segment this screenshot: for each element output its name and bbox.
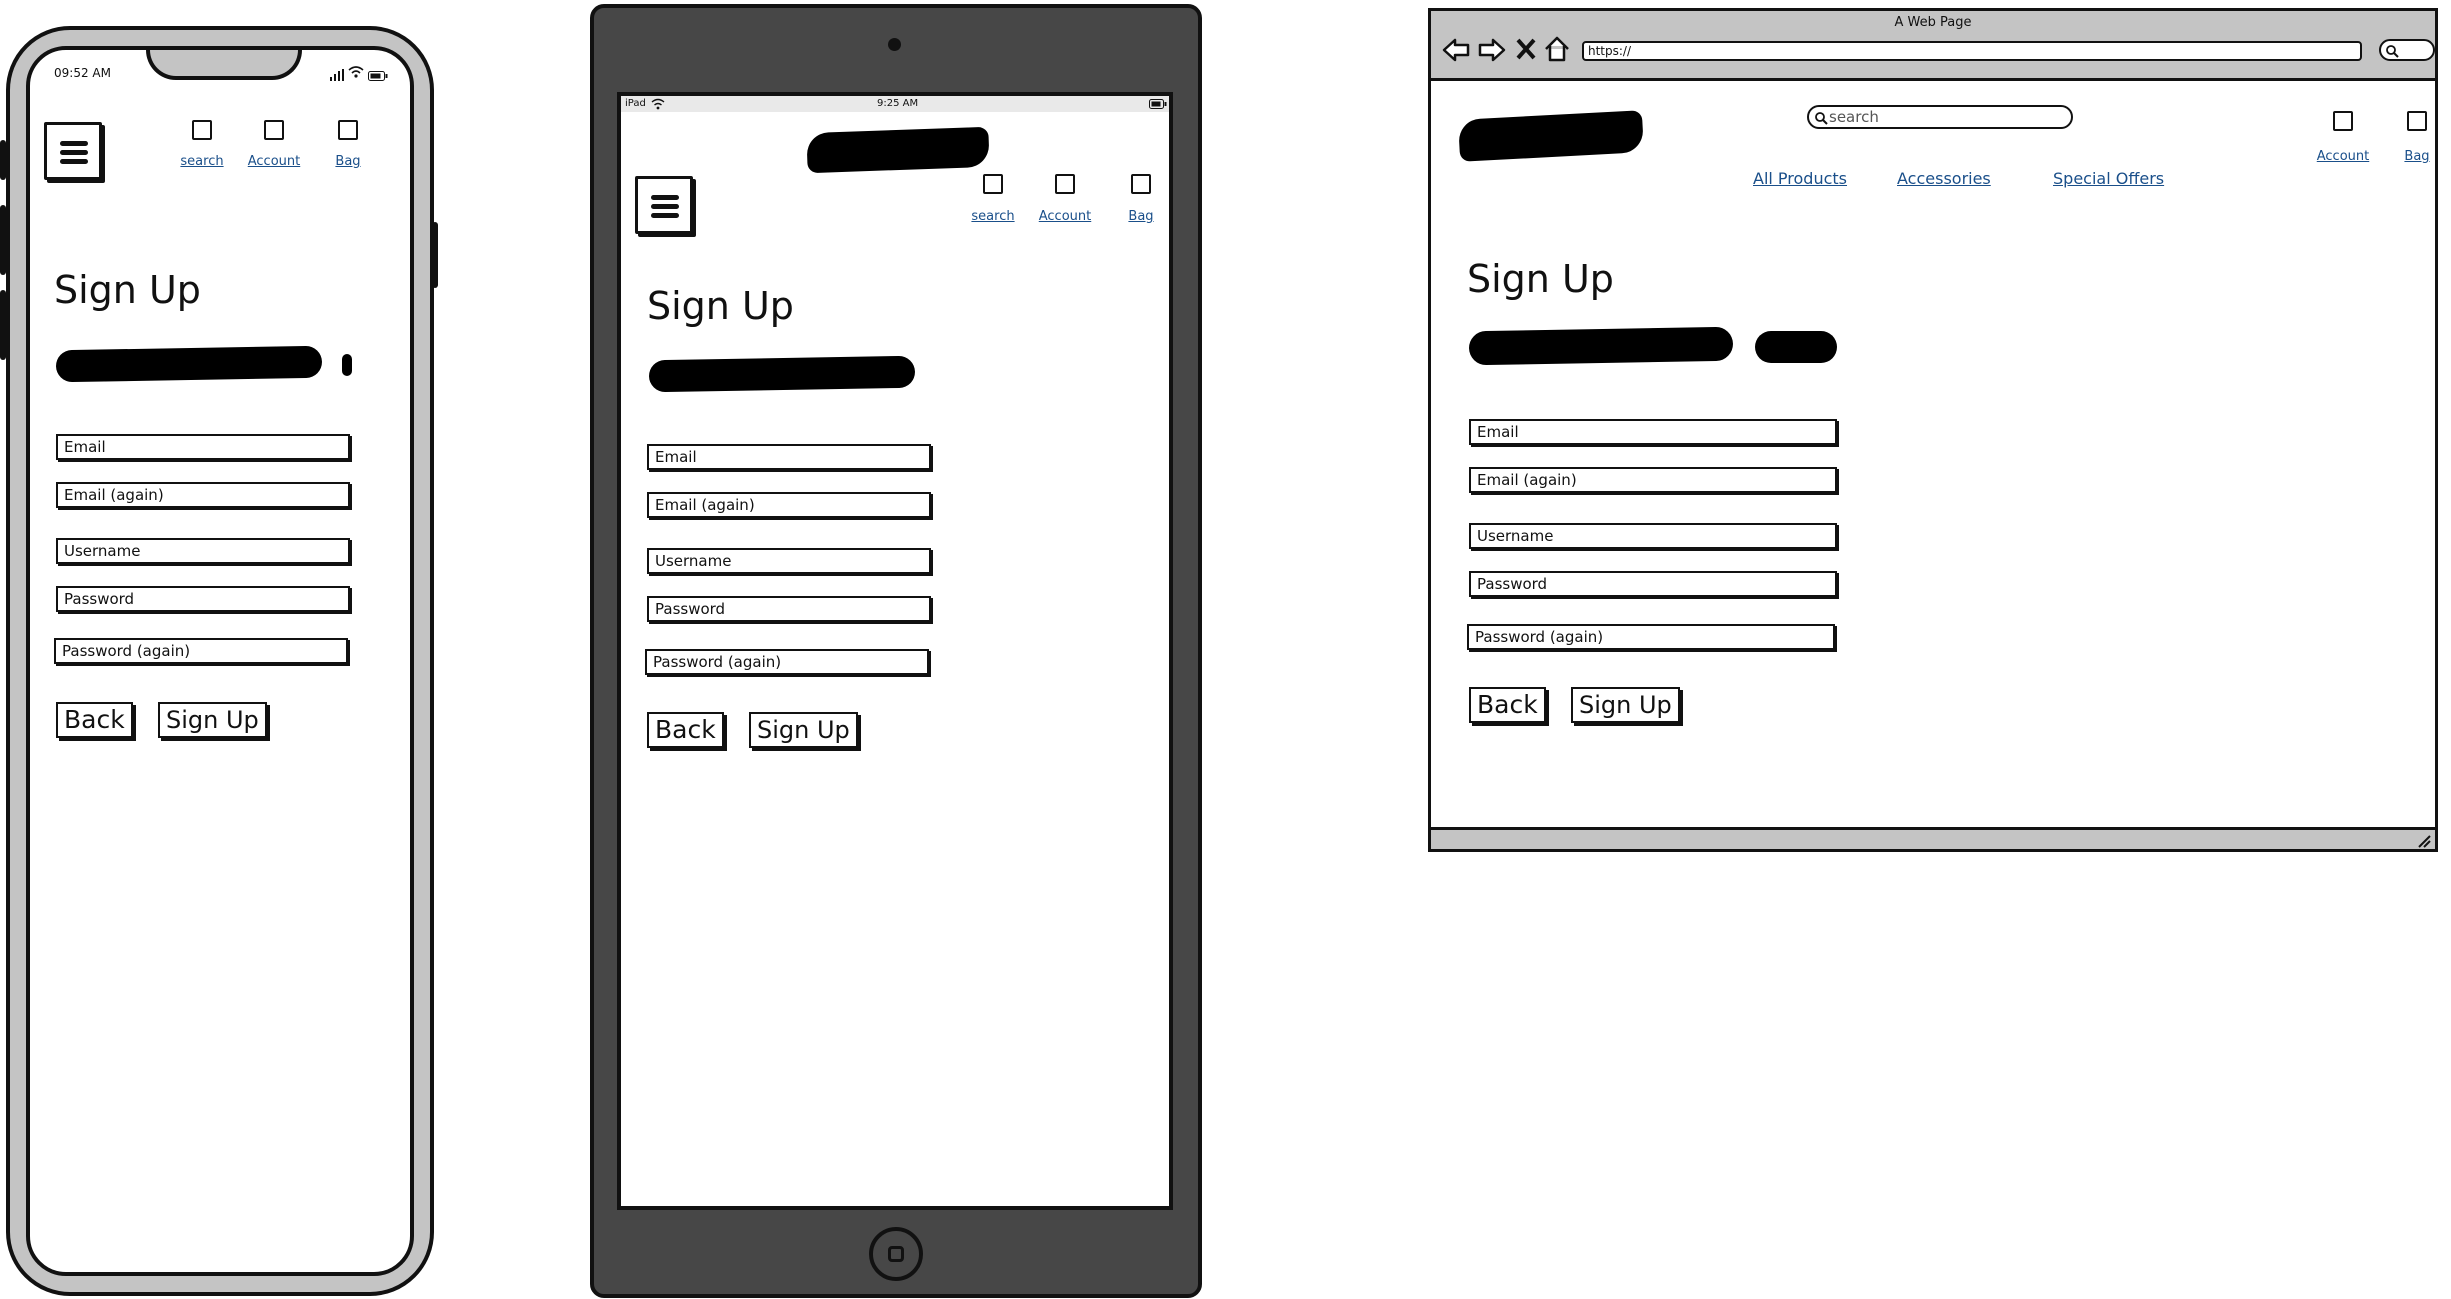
close-icon[interactable]	[1515, 37, 1537, 61]
sign-up-button[interactable]: Sign Up	[749, 712, 858, 748]
menu-button[interactable]	[44, 122, 102, 180]
email-field[interactable]: Email	[56, 434, 350, 460]
phone-side-button	[0, 205, 6, 275]
battery-icon	[1149, 99, 1167, 109]
username-field[interactable]: Username	[647, 548, 931, 574]
account-icon[interactable]	[264, 120, 284, 140]
resize-grip-icon[interactable]	[2415, 832, 2431, 848]
page-title: Sign Up	[54, 268, 201, 312]
email-field[interactable]: Email	[647, 444, 931, 470]
search-icon[interactable]	[192, 120, 212, 140]
bag-icon[interactable]	[1131, 174, 1151, 194]
email-again-field[interactable]: Email (again)	[1469, 467, 1837, 493]
account-icon[interactable]	[1055, 174, 1075, 194]
redacted-text-scribble	[1755, 331, 1837, 363]
home-button[interactable]	[869, 1227, 923, 1281]
logo-scribble	[1458, 110, 1644, 162]
email-field[interactable]: Email	[1469, 419, 1837, 445]
logo-scribble	[806, 126, 990, 174]
forward-arrow-icon[interactable]	[1477, 35, 1507, 65]
home-button-icon	[888, 1246, 904, 1262]
redacted-text-scribble	[55, 345, 323, 383]
page-title: Sign Up	[1467, 257, 1614, 301]
redacted-text-scribble	[648, 355, 916, 393]
tablet-camera	[888, 38, 901, 51]
back-button[interactable]: Back	[56, 702, 133, 738]
battery-icon	[368, 66, 388, 81]
home-icon[interactable]	[1543, 35, 1571, 63]
username-field[interactable]: Username	[1469, 523, 1837, 549]
browser-status-bar	[1431, 827, 2435, 849]
search-placeholder: search	[1829, 108, 1879, 126]
url-bar[interactable]: https://	[1582, 41, 2362, 61]
nav-special-offers[interactable]: Special Offers	[2053, 169, 2164, 188]
window-title: A Web Page	[1894, 15, 1972, 30]
phone-side-button	[0, 290, 6, 360]
wifi-icon	[651, 98, 665, 110]
menu-button[interactable]	[635, 176, 693, 234]
search-link[interactable]: search	[963, 209, 1023, 224]
search-input[interactable]: search	[1807, 105, 2073, 129]
back-arrow-icon[interactable]	[1441, 35, 1471, 65]
phone-screen: 09:52 AM search Account Bag Sign Up Emai…	[26, 46, 414, 1276]
account-link[interactable]: Account	[244, 154, 304, 169]
search-icon	[2385, 43, 2399, 58]
nav-all-products[interactable]: All Products	[1753, 169, 1847, 188]
phone-side-button	[0, 140, 6, 180]
phone-notch	[146, 50, 302, 80]
account-icon[interactable]	[2333, 111, 2353, 131]
email-again-field[interactable]: Email (again)	[56, 482, 350, 508]
tablet-status-time: 9:25 AM	[877, 98, 919, 109]
nav-accessories[interactable]: Accessories	[1897, 169, 1991, 188]
bag-link[interactable]: Bag	[318, 154, 378, 169]
browser-toolbar: A Web Page https://	[1431, 11, 2435, 81]
redacted-text-scribble	[1468, 326, 1734, 366]
bag-icon[interactable]	[338, 120, 358, 140]
wifi-icon	[348, 64, 364, 78]
tablet-status-bar: iPad 9:25 AM	[621, 96, 1169, 112]
redacted-text-scribble	[342, 354, 352, 376]
password-field[interactable]: Password	[56, 586, 350, 612]
password-again-field[interactable]: Password (again)	[1467, 624, 1835, 650]
password-again-field[interactable]: Password (again)	[54, 638, 348, 664]
username-field[interactable]: Username	[56, 538, 350, 564]
tablet-screen: iPad 9:25 AM search Account Bag Sign Up …	[617, 92, 1173, 1210]
phone-power-button	[432, 222, 438, 288]
tablet-device-label: iPad	[625, 98, 646, 109]
phone-status-time: 09:52 AM	[54, 66, 111, 80]
password-field[interactable]: Password	[647, 596, 931, 622]
browser-search-box[interactable]	[2379, 39, 2435, 61]
search-icon[interactable]	[983, 174, 1003, 194]
sign-up-button[interactable]: Sign Up	[1571, 687, 1680, 723]
account-link[interactable]: Account	[1035, 209, 1095, 224]
bag-link[interactable]: Bag	[2391, 149, 2443, 164]
signal-icon	[330, 66, 344, 81]
search-link[interactable]: search	[172, 154, 232, 169]
email-again-field[interactable]: Email (again)	[647, 492, 931, 518]
page-title: Sign Up	[647, 284, 794, 328]
account-link[interactable]: Account	[2311, 149, 2375, 164]
back-button[interactable]: Back	[647, 712, 724, 748]
bag-icon[interactable]	[2407, 111, 2427, 131]
password-field[interactable]: Password	[1469, 571, 1837, 597]
browser-window: A Web Page https:// search All Products …	[1428, 8, 2438, 852]
back-button[interactable]: Back	[1469, 687, 1546, 723]
bag-link[interactable]: Bag	[1111, 209, 1169, 224]
search-icon	[1814, 110, 1828, 125]
password-again-field[interactable]: Password (again)	[645, 649, 929, 675]
sign-up-button[interactable]: Sign Up	[158, 702, 267, 738]
